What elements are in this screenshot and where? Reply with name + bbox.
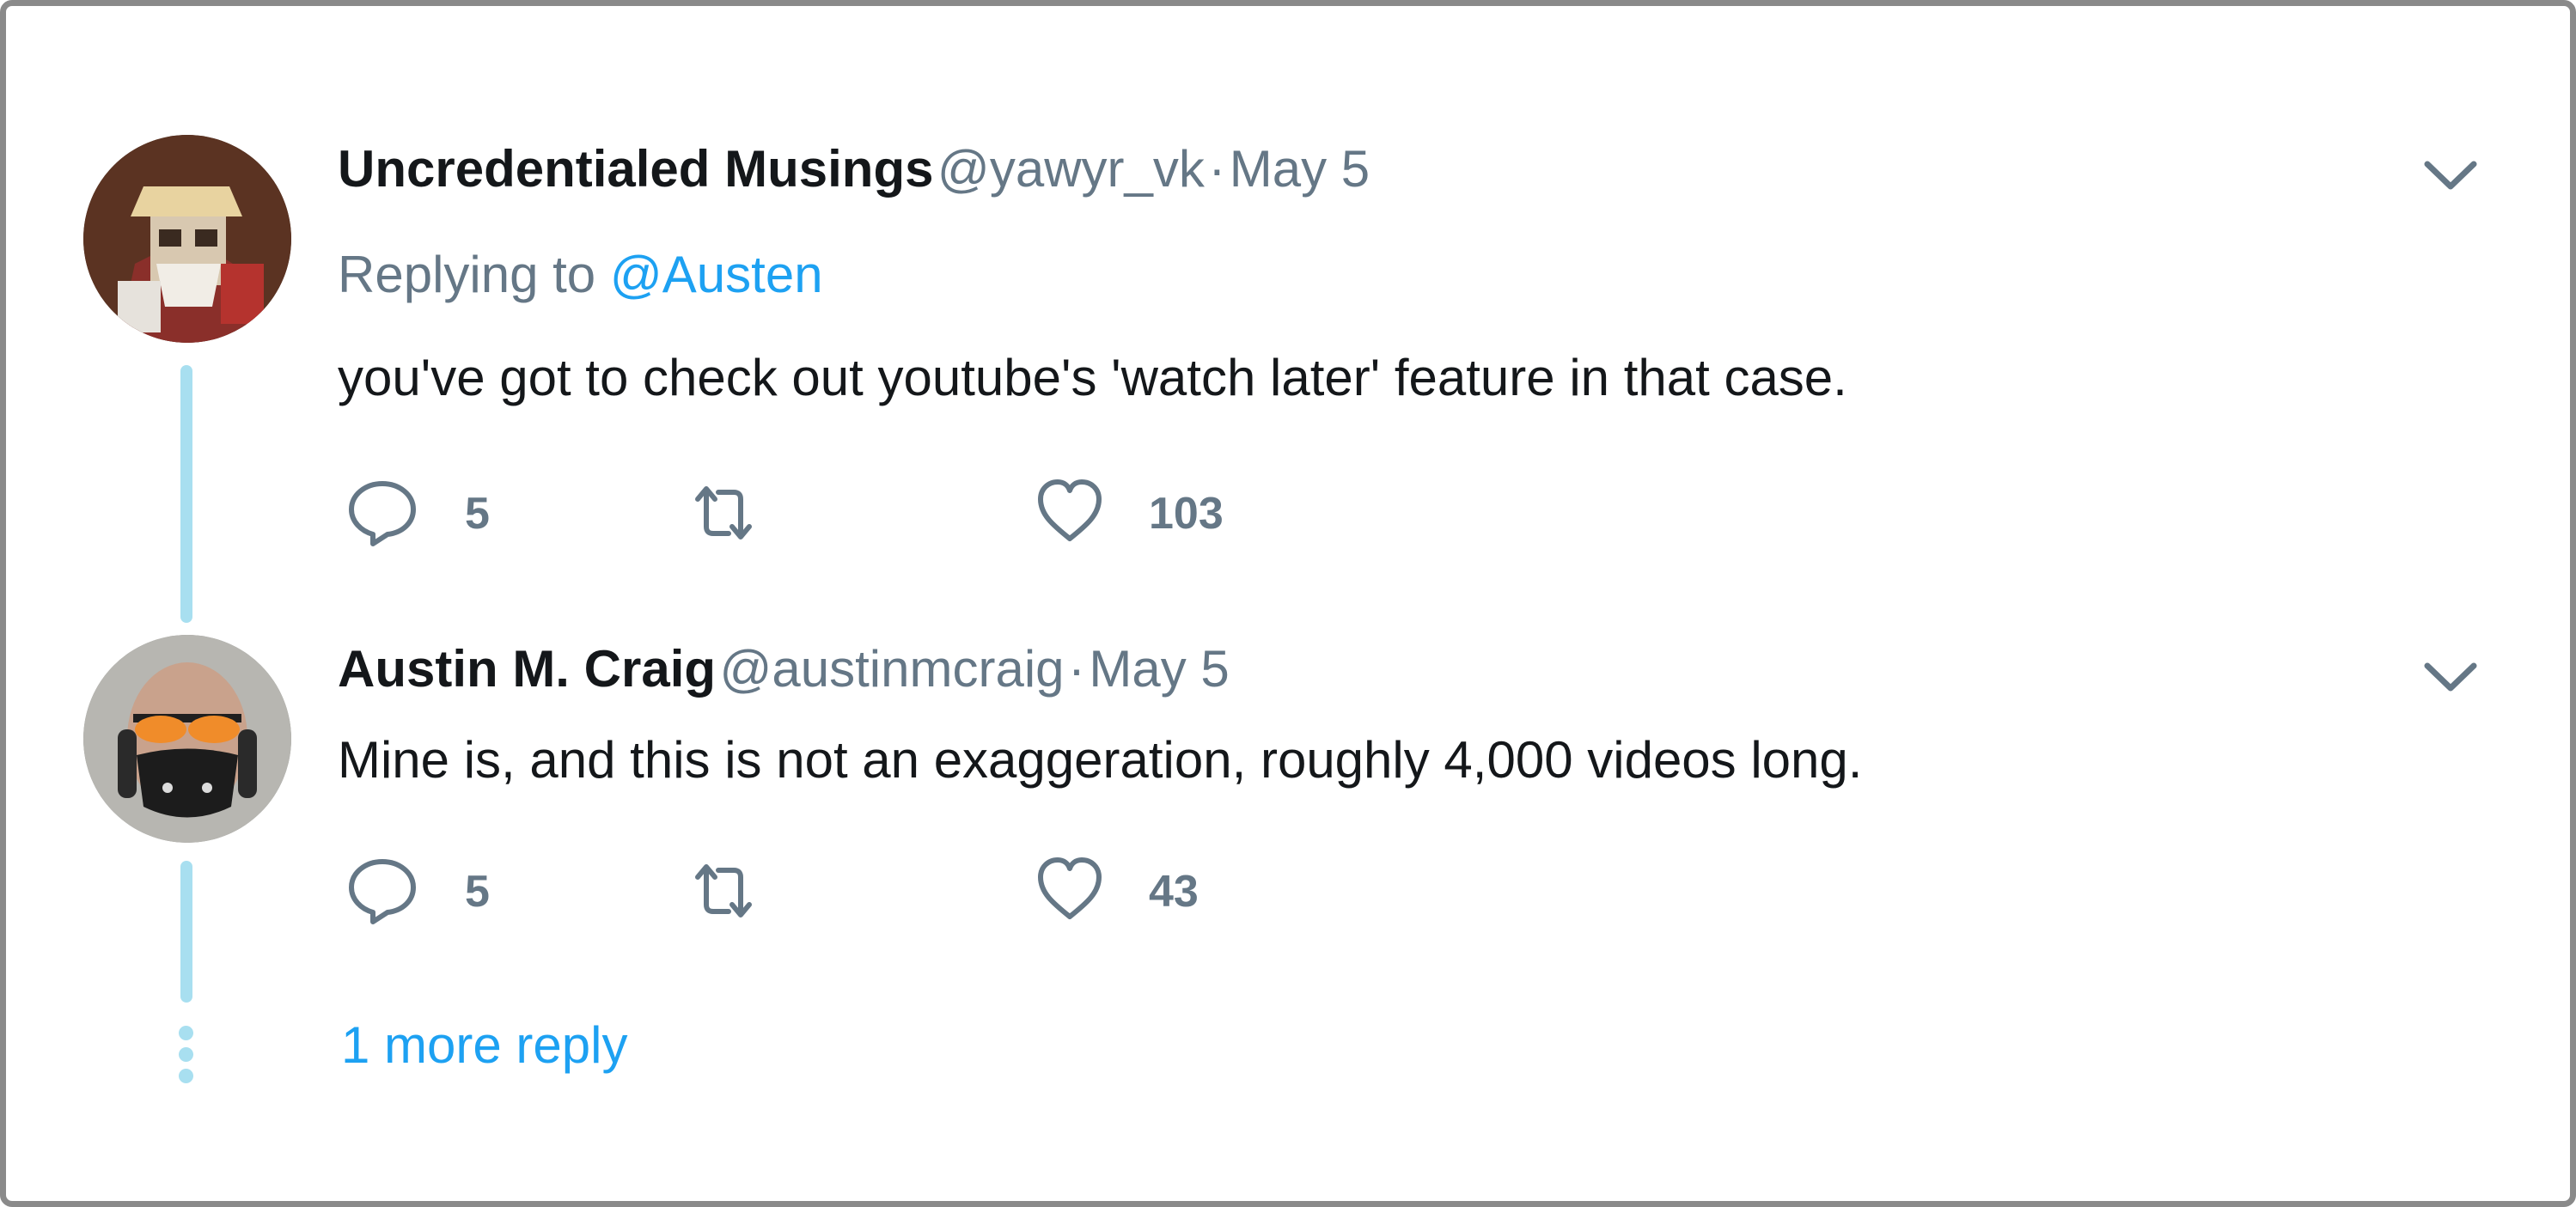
retweet-icon[interactable] (687, 477, 760, 549)
like-count: 103 (1149, 489, 1224, 539)
avatar[interactable] (83, 135, 291, 343)
tweet-date[interactable]: May 5 (1089, 640, 1229, 698)
replying-to: Replying to @Austen (338, 245, 823, 304)
chevron-down-icon[interactable] (2420, 659, 2481, 697)
tweet-date[interactable]: May 5 (1230, 140, 1370, 198)
separator: · (1067, 640, 1085, 698)
retweet-icon[interactable] (687, 855, 760, 927)
thread-connector (180, 861, 192, 1003)
thread-dot (179, 1069, 193, 1083)
tweet-text: you've got to check out youtube's 'watch… (338, 349, 1847, 406)
chevron-down-icon[interactable] (2420, 157, 2481, 195)
avatar[interactable] (83, 635, 291, 843)
heart-icon[interactable] (1034, 853, 1106, 925)
thread-connector (180, 365, 192, 623)
user-handle[interactable]: @austinmcraig (719, 640, 1064, 698)
tweet-text: Mine is, and this is not an exaggeration… (338, 731, 1863, 789)
tweet-header: Uncredentialed Musings @yawyr_vk · May 5 (338, 143, 1370, 195)
display-name[interactable]: Austin M. Craig (338, 640, 716, 698)
tweet-header: Austin M. Craig @austinmcraig · May 5 (338, 643, 1230, 695)
more-replies-link[interactable]: 1 more reply (341, 1015, 627, 1075)
user-handle[interactable]: @yawyr_vk (937, 140, 1205, 198)
like-count: 43 (1149, 867, 1199, 917)
mention-link[interactable]: @Austen (610, 246, 823, 303)
separator: · (1208, 140, 1226, 198)
avatar-image (83, 135, 291, 343)
thread-dot (179, 1026, 193, 1040)
thread-dot (179, 1047, 193, 1062)
replying-prefix: Replying to (338, 246, 596, 303)
reply-count: 5 (465, 867, 490, 917)
display-name[interactable]: Uncredentialed Musings (338, 140, 933, 198)
reply-count: 5 (465, 489, 490, 539)
heart-icon[interactable] (1034, 475, 1106, 547)
tweet-thread-card: Uncredentialed Musings @yawyr_vk · May 5… (0, 0, 2576, 1207)
avatar-image (83, 635, 291, 843)
reply-icon[interactable] (346, 855, 418, 927)
reply-icon[interactable] (346, 477, 418, 549)
